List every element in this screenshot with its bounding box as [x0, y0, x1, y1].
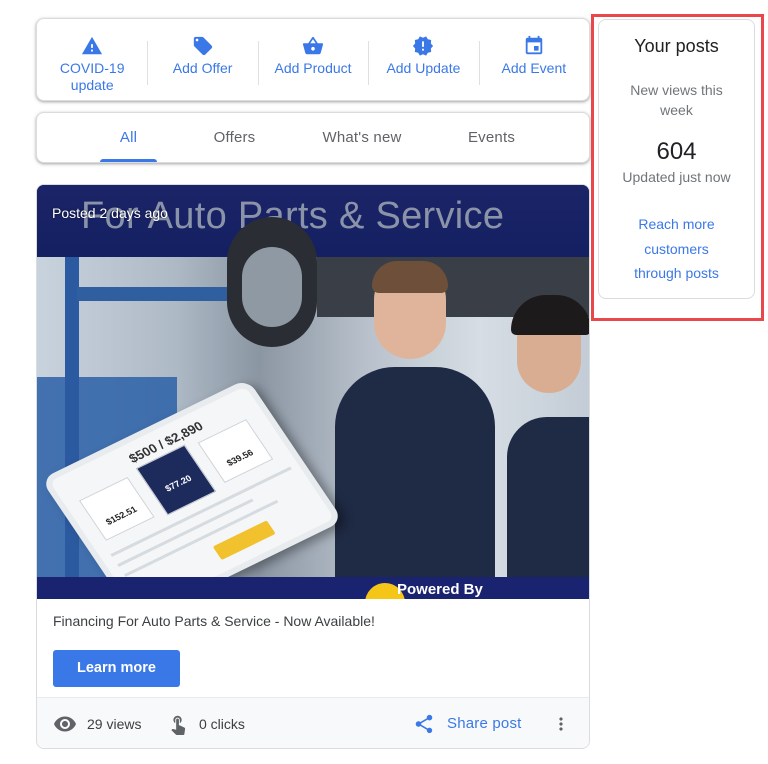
tablet-option: $152.51 [78, 476, 155, 541]
warning-icon [82, 36, 103, 55]
share-post-label: Share post [447, 715, 522, 732]
touch-icon [171, 715, 186, 735]
photo-lift-arm [77, 287, 227, 301]
mechanics-photo: $500 / $2,890 $152.51 $77.20 $39.56 [37, 217, 589, 599]
add-product-button[interactable]: Add Product [257, 19, 368, 100]
add-update-label: Add Update [386, 60, 461, 76]
covid-update-button[interactable]: COVID-19 update [37, 19, 147, 100]
tab-offers[interactable]: Offers [197, 113, 272, 162]
more-vert-icon [559, 717, 563, 731]
calendar-icon [525, 35, 543, 55]
tab-whats-new[interactable]: What's new [307, 113, 417, 162]
tab-all[interactable]: All [100, 113, 157, 162]
tablet-option: $39.56 [197, 419, 274, 483]
basket-icon [302, 36, 324, 55]
add-offer-button[interactable]: Add Offer [147, 19, 257, 100]
add-event-label: Add Event [501, 60, 567, 76]
add-offer-label: Add Offer [172, 60, 233, 76]
post-actions-bar: COVID-19 update Add Offer Add Product Ad… [36, 18, 590, 101]
clicks-count: 0 clicks [199, 715, 245, 732]
add-event-button[interactable]: Add Event [478, 19, 589, 100]
powered-by-text: Powered By [397, 581, 483, 598]
tab-events[interactable]: Events [455, 113, 528, 162]
active-tab-indicator [100, 159, 157, 162]
share-icon [415, 714, 433, 733]
eye-icon [54, 716, 76, 731]
post-card: For Auto Parts & Service $500 / $2,890 $… [36, 184, 590, 749]
photo-mechanic-man [335, 367, 495, 577]
add-update-button[interactable]: Add Update [368, 19, 478, 100]
post-footer: 29 views 0 clicks Share post [37, 697, 589, 748]
post-text: Financing For Auto Parts & Service - Now… [53, 613, 375, 629]
share-post-button[interactable]: Share post [413, 698, 522, 748]
highlight-box [591, 14, 764, 321]
views-stat: 29 views [53, 698, 142, 748]
photo-rim [242, 247, 302, 327]
posted-time: Posted 2 days ago [52, 205, 168, 221]
more-options-button[interactable] [551, 710, 571, 738]
photo-man-hair [372, 261, 448, 293]
image-footer-banner [37, 577, 589, 599]
learn-more-button[interactable]: Learn more [53, 650, 180, 687]
tag-icon [193, 36, 212, 56]
clicks-stat: 0 clicks [167, 698, 245, 748]
alert-badge-icon [413, 36, 434, 56]
post-filter-tabs: All Offers What's new Events [36, 112, 590, 163]
post-image[interactable]: For Auto Parts & Service $500 / $2,890 $… [37, 185, 589, 599]
add-product-label: Add Product [274, 60, 352, 76]
views-count: 29 views [87, 715, 142, 732]
covid-update-label: COVID-19 update [59, 60, 125, 93]
photo-mechanic-woman [507, 417, 589, 577]
